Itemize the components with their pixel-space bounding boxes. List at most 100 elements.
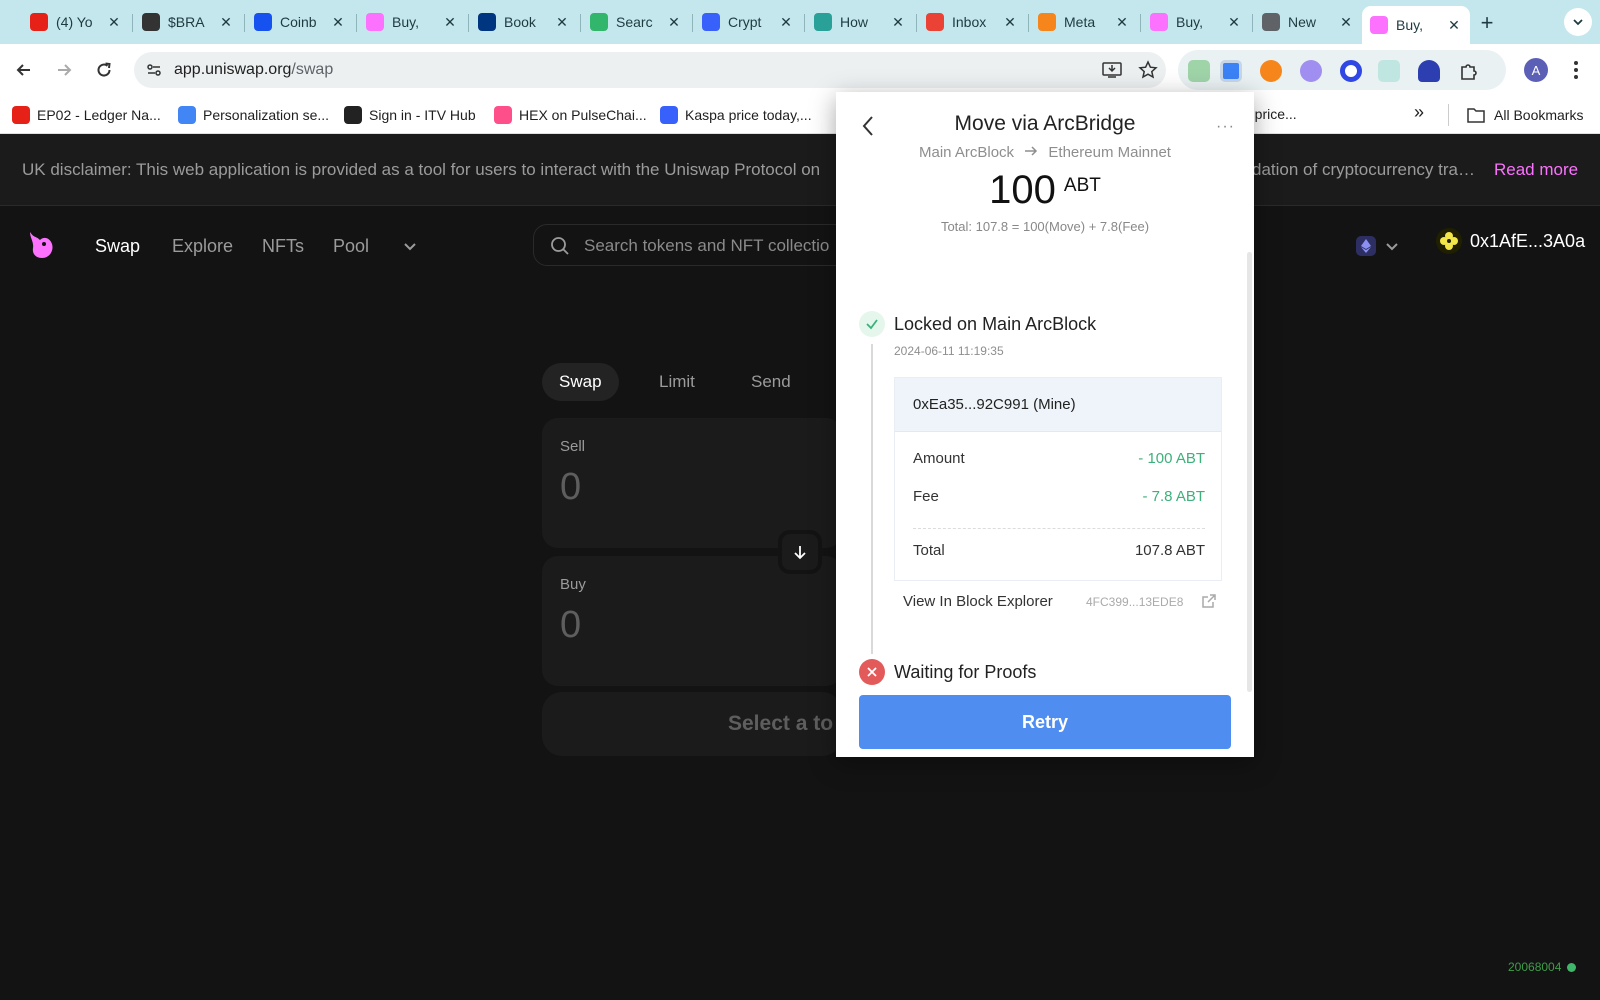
- sell-panel[interactable]: Sell 0: [542, 418, 842, 548]
- hex-icon: [494, 106, 512, 124]
- forward-button[interactable]: [52, 58, 76, 82]
- itvx-icon: [344, 106, 362, 124]
- tab-send[interactable]: Send: [734, 363, 808, 401]
- sell-amount-input[interactable]: 0: [560, 466, 581, 509]
- back-button[interactable]: [12, 58, 36, 82]
- bookmark-item[interactable]: Kaspa price today,...: [660, 106, 812, 124]
- tab-close-icon[interactable]: ✕: [106, 14, 122, 31]
- bookmarks-bar: EP02 - Ledger Na... Personalization se...…: [0, 96, 1600, 134]
- nav-pool[interactable]: Pool: [333, 236, 369, 257]
- new-tab-button[interactable]: +: [1475, 10, 1499, 36]
- nav-swap[interactable]: Swap: [95, 236, 140, 257]
- site-settings-icon[interactable]: [146, 62, 162, 78]
- nav-explore[interactable]: Explore: [172, 236, 233, 257]
- uniswap-navbar: Swap Explore NFTs Pool Search tokens and…: [0, 206, 1600, 286]
- switch-tokens-button[interactable]: [778, 530, 822, 574]
- tab-close-icon[interactable]: ✕: [1446, 17, 1462, 34]
- step-waiting-title: Waiting for Proofs: [894, 662, 1037, 682]
- phantom-icon[interactable]: [1300, 60, 1322, 82]
- browser-tab[interactable]: $BRA ✕: [134, 6, 242, 38]
- uniswap-icon: [1150, 13, 1168, 31]
- browser-tab[interactable]: Meta ✕: [1030, 6, 1138, 38]
- bookmarks-overflow-button[interactable]: »: [1414, 102, 1424, 123]
- tab-limit[interactable]: Limit: [642, 363, 712, 401]
- tab-close-icon[interactable]: ✕: [890, 14, 906, 31]
- external-link-icon[interactable]: [1200, 592, 1218, 610]
- tab-close-icon[interactable]: ✕: [330, 14, 346, 31]
- to-chain: Ethereum Mainnet: [1048, 144, 1171, 161]
- bookmark-item[interactable]: Personalization se...: [178, 106, 329, 124]
- tab-close-icon[interactable]: ✕: [554, 14, 570, 31]
- tab-close-icon[interactable]: ✕: [1226, 14, 1242, 31]
- tab-search-button[interactable]: [1564, 8, 1592, 36]
- tab-swap[interactable]: Swap: [542, 363, 619, 401]
- extension-icon[interactable]: [1418, 60, 1440, 82]
- wallet-button[interactable]: 0x1AfE...3A0a: [1436, 228, 1585, 254]
- profile-avatar[interactable]: A: [1524, 58, 1548, 82]
- chevron-down-icon[interactable]: [1384, 238, 1400, 254]
- kebab-menu-icon[interactable]: [1568, 60, 1584, 80]
- amount-unit: ABT: [1063, 175, 1101, 196]
- buy-amount-input[interactable]: 0: [560, 604, 581, 647]
- tab-close-icon[interactable]: ✕: [778, 14, 794, 31]
- puzzle-icon[interactable]: [1458, 60, 1480, 82]
- browser-tab[interactable]: Book ✕: [470, 6, 578, 38]
- modal-scrollbar[interactable]: [1247, 252, 1252, 692]
- extension-icon[interactable]: [1378, 60, 1400, 82]
- chevron-down-icon[interactable]: [402, 238, 418, 254]
- account-header: 0xEa35...92C991 (Mine): [895, 378, 1221, 432]
- browser-tab[interactable]: Searc ✕: [582, 6, 690, 38]
- browser-tab[interactable]: Crypt ✕: [694, 6, 802, 38]
- all-bookmarks-button[interactable]: All Bookmarks: [1466, 106, 1583, 124]
- arrow-down-icon: [794, 546, 806, 560]
- browser-tab[interactable]: Coinb ✕: [246, 6, 354, 38]
- read-more-link[interactable]: Read more: [1494, 160, 1578, 180]
- metamask-icon[interactable]: [1260, 60, 1282, 82]
- reload-button[interactable]: [92, 58, 116, 82]
- extension-icon[interactable]: [1188, 60, 1210, 82]
- browser-tab[interactable]: How ✕: [806, 6, 914, 38]
- all-bookmarks-label: All Bookmarks: [1494, 107, 1584, 123]
- from-chain: Main ArcBlock: [919, 144, 1015, 161]
- transaction-hash[interactable]: 4FC399...13EDE8: [1086, 595, 1183, 609]
- tab-close-icon[interactable]: ✕: [1002, 14, 1018, 31]
- tab-close-icon[interactable]: ✕: [442, 14, 458, 31]
- bookmark-item[interactable]: Sign in - ITV Hub: [344, 106, 476, 124]
- bookmark-item[interactable]: EP02 - Ledger Na...: [12, 106, 161, 124]
- buy-panel[interactable]: Buy 0: [542, 556, 842, 686]
- token-search-input[interactable]: Search tokens and NFT collectio: [533, 224, 853, 266]
- tab-separator: [692, 14, 693, 32]
- browser-tab[interactable]: Inbox ✕: [918, 6, 1026, 38]
- install-app-icon[interactable]: [1102, 61, 1122, 79]
- browser-tab[interactable]: (4) Yo ✕: [22, 6, 130, 38]
- lock-details-card: 0xEa35...92C991 (Mine) Amount - 100 ABT …: [894, 377, 1222, 581]
- gmail-icon: [926, 13, 944, 31]
- tab-title: New: [1288, 14, 1317, 30]
- browser-tab[interactable]: Buy, ✕: [358, 6, 466, 38]
- bookmark-item[interactable]: HEX on PulseChai...: [494, 106, 647, 124]
- tab-close-icon[interactable]: ✕: [666, 14, 682, 31]
- address-bar[interactable]: app.uniswap.org/swap: [134, 52, 1166, 88]
- more-options-icon[interactable]: ···: [1216, 118, 1235, 136]
- disclaimer-text: UK disclaimer: This web application is p…: [22, 160, 821, 179]
- tab-close-icon[interactable]: ✕: [1114, 14, 1130, 31]
- coinbase-wallet-icon[interactable]: [1340, 60, 1362, 82]
- select-token-button[interactable]: Select a to: [542, 692, 842, 756]
- step-complete-badge: [859, 311, 885, 337]
- tab-title: Book: [504, 14, 536, 30]
- browser-tab[interactable]: New ✕: [1254, 6, 1362, 38]
- close-icon: [867, 667, 877, 677]
- browser-tab[interactable]: Buy, ✕: [1142, 6, 1250, 38]
- browser-tab[interactable]: Buy, ✕: [1362, 6, 1470, 44]
- amount-value: - 100 ABT: [1138, 450, 1205, 467]
- arcblock-wallet-icon[interactable]: [1220, 60, 1242, 82]
- view-in-block-explorer-link[interactable]: View In Block Explorer: [903, 593, 1053, 610]
- retry-button[interactable]: Retry: [859, 695, 1231, 749]
- bookmark-star-icon[interactable]: [1138, 60, 1158, 80]
- network-selector[interactable]: [1356, 236, 1376, 256]
- youtube-icon: [12, 106, 30, 124]
- nav-nfts[interactable]: NFTs: [262, 236, 304, 257]
- uniswap-logo-icon[interactable]: [24, 228, 58, 262]
- tab-close-icon[interactable]: ✕: [218, 14, 234, 31]
- tab-close-icon[interactable]: ✕: [1338, 14, 1354, 31]
